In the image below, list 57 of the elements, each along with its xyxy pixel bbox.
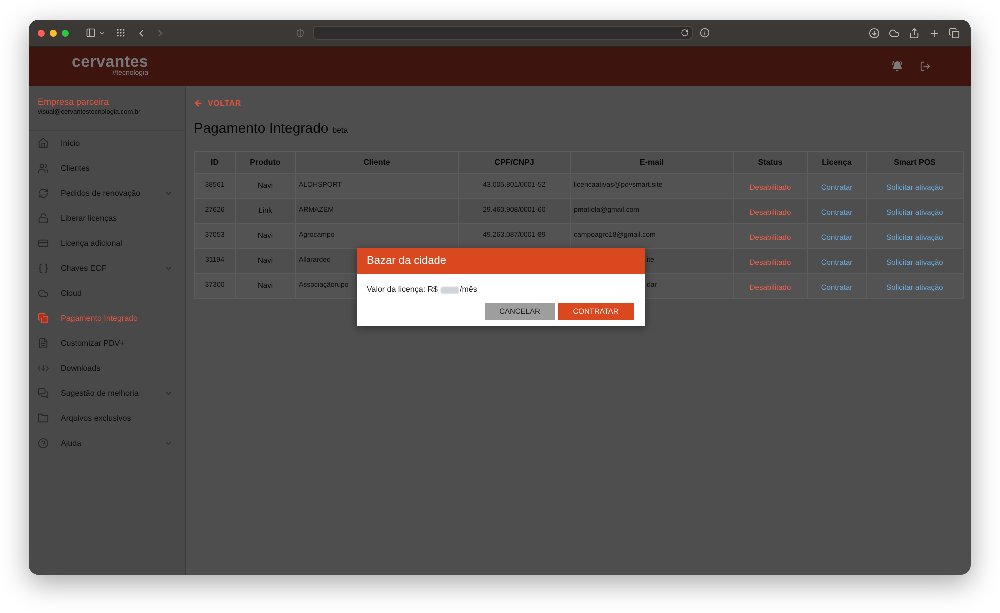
blurred-value: [441, 286, 459, 294]
chevron-down-icon[interactable]: [99, 30, 106, 36]
cloud-icon[interactable]: [889, 28, 900, 38]
sidebar-item[interactable]: Pedidos de renovação: [29, 181, 185, 206]
folder-icon: [38, 413, 49, 424]
refresh-icon: [38, 188, 49, 199]
card-icon: [38, 238, 49, 249]
logo-name: cervantes: [72, 56, 149, 70]
braces-icon: [38, 263, 49, 274]
sidebar-item[interactable]: Chaves ECF: [29, 256, 185, 281]
home-icon: [38, 138, 49, 149]
logout-icon[interactable]: [920, 61, 931, 72]
grid-icon[interactable]: [116, 28, 126, 38]
sidebar-item[interactable]: Customizar PDV+: [29, 331, 185, 356]
reload-icon[interactable]: [681, 29, 689, 37]
minimize-window-icon[interactable]: [50, 30, 57, 36]
new-tab-icon[interactable]: [929, 28, 940, 38]
beta-label: beta: [332, 125, 348, 137]
sidebar-item[interactable]: Ajuda: [29, 431, 185, 456]
zoom-window-icon[interactable]: [62, 30, 69, 36]
license-value-suffix: /mês: [460, 284, 478, 296]
sidebar-item[interactable]: Pagamento Integrado: [29, 306, 185, 331]
sidebar-item[interactable]: Downloads: [29, 356, 185, 381]
sidebar-toggle-icon[interactable]: [86, 28, 96, 38]
stacked-squares-icon: [38, 313, 49, 324]
column-header: CPF/CNPJ: [458, 152, 570, 174]
document-icon: [38, 338, 49, 349]
column-header: ID: [194, 152, 236, 174]
back-link[interactable]: VOLTAR: [194, 98, 242, 109]
sidebar-item[interactable]: Licença adicional: [29, 231, 185, 256]
page-title: Pagamento Integrado: [194, 119, 329, 138]
close-window-icon[interactable]: [38, 30, 45, 36]
share-icon[interactable]: [909, 28, 920, 38]
chat-bubbles-icon: [38, 388, 49, 399]
company-name: Empresa parceira: [38, 96, 110, 108]
sidebar-item[interactable]: Início: [29, 131, 185, 156]
bell-icon[interactable]: [892, 61, 903, 72]
sidebar-item[interactable]: Arquivos exclusivos: [29, 406, 185, 431]
sidebar-item[interactable]: Liberar licenças: [29, 206, 185, 231]
sidebar-item[interactable]: Sugestão de melhoria: [29, 381, 185, 406]
info-icon[interactable]: [700, 28, 710, 38]
padlock-icon: [38, 213, 49, 224]
tabs-overview-icon[interactable]: [949, 28, 960, 38]
dialog-title: Bazar da cidade: [367, 254, 446, 269]
users-icon: [38, 163, 49, 174]
sidebar-item[interactable]: Cloud: [29, 281, 185, 306]
help-icon: [38, 438, 49, 449]
download-icon[interactable]: [869, 28, 880, 38]
address-field[interactable]: [313, 26, 693, 40]
column-header: E-mail: [570, 152, 734, 174]
column-header: Cliente: [296, 152, 458, 174]
code-download-icon: [38, 363, 49, 374]
license-value-label: Valor da licença: R$: [367, 284, 438, 296]
cloud-icon: [38, 288, 49, 299]
sidebar-item[interactable]: Clientes: [29, 156, 185, 181]
column-header: Smart POS: [866, 152, 964, 174]
back-arrow-icon: [194, 99, 203, 108]
